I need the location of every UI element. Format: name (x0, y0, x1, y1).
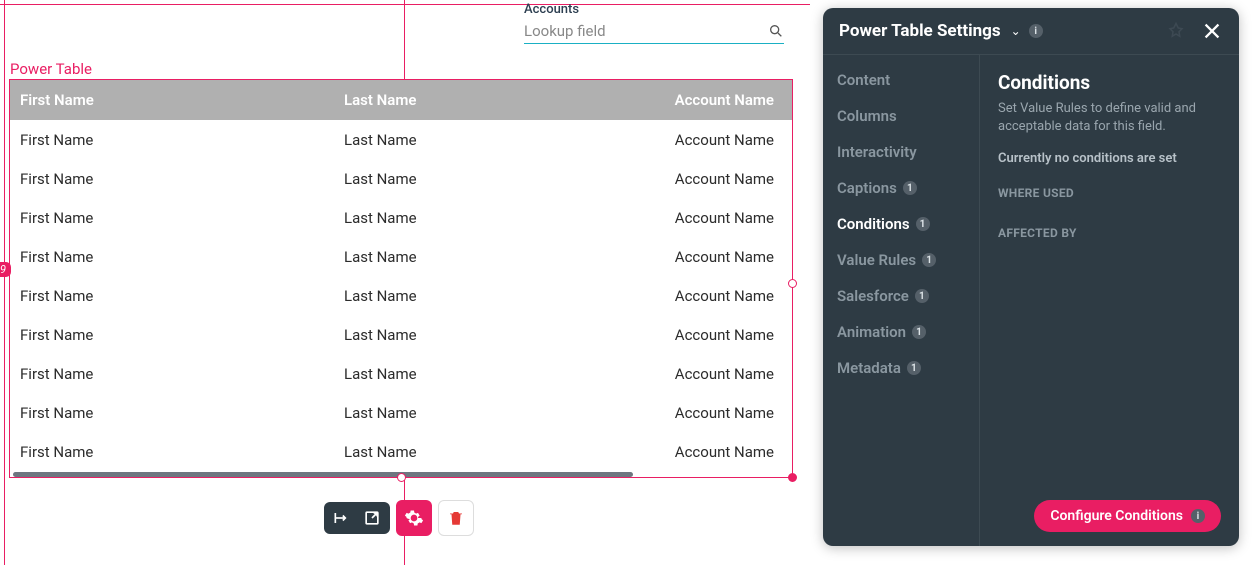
cell-last-name: Last Name (334, 170, 658, 188)
section-where-used: WHERE USED (998, 186, 1221, 200)
settings-button[interactable] (396, 500, 432, 536)
cell-last-name: Last Name (334, 443, 658, 461)
info-icon[interactable]: i (1029, 24, 1043, 38)
panel-title[interactable]: Power Table Settings (839, 21, 1001, 41)
table-row[interactable]: First NameLast NameAccount Name (10, 198, 792, 237)
lookup-label: Accounts (524, 2, 784, 17)
detail-title: Conditions (998, 71, 1221, 94)
table-row[interactable]: First NameLast NameAccount Name (10, 393, 792, 432)
table-row[interactable]: First NameLast NameAccount Name (10, 237, 792, 276)
cell-first-name: First Name (10, 131, 334, 149)
nav-label: Content (837, 71, 890, 89)
gear-icon (404, 508, 424, 528)
nav-badge: 1 (907, 361, 921, 375)
cell-account-name: Account Name (658, 131, 792, 149)
nav-label: Interactivity (837, 143, 917, 161)
search-icon[interactable] (768, 23, 784, 39)
nav-label: Metadata (837, 359, 901, 377)
detail-status: Currently no conditions are set (998, 151, 1221, 166)
cell-account-name: Account Name (658, 248, 792, 266)
selection-handle-right[interactable] (788, 279, 797, 288)
nav-item-columns[interactable]: Columns (837, 107, 979, 125)
cell-last-name: Last Name (334, 404, 658, 422)
cell-account-name: Account Name (658, 209, 792, 227)
nav-badge: 1 (915, 289, 929, 303)
guide-vertical-left (4, 0, 5, 565)
nav-badge: 1 (903, 181, 917, 195)
cell-account-name: Account Name (658, 443, 792, 461)
align-icon[interactable] (332, 508, 352, 528)
nav-item-conditions[interactable]: Conditions 1 (837, 215, 979, 233)
col-header-last-name[interactable]: Last Name (334, 91, 658, 109)
table-header-row: First Name Last Name Account Name (10, 80, 792, 120)
cell-last-name: Last Name (334, 365, 658, 383)
detail-description: Set Value Rules to define valid and acce… (998, 100, 1221, 135)
table-row[interactable]: First NameLast NameAccount Name (10, 354, 792, 393)
nav-badge: 1 (922, 253, 936, 267)
info-icon: i (1191, 509, 1205, 523)
settings-panel: Power Table Settings ⌄ i Content Columns I… (823, 8, 1239, 546)
nav-item-salesforce[interactable]: Salesforce 1 (837, 287, 979, 305)
cell-first-name: First Name (10, 326, 334, 344)
cell-first-name: First Name (10, 443, 334, 461)
cell-account-name: Account Name (658, 326, 792, 344)
open-external-icon[interactable] (362, 508, 382, 528)
nav-label: Captions (837, 179, 897, 197)
trash-icon (447, 509, 465, 527)
power-table[interactable]: First Name Last Name Account Name First … (9, 79, 793, 478)
guide-position-badge: 9 (0, 262, 11, 277)
cell-first-name: First Name (10, 248, 334, 266)
cell-account-name: Account Name (658, 287, 792, 305)
cell-last-name: Last Name (334, 326, 658, 344)
nav-item-metadata[interactable]: Metadata 1 (837, 359, 979, 377)
section-affected-by: AFFECTED BY (998, 226, 1221, 240)
nav-item-content[interactable]: Content (837, 71, 979, 89)
table-row[interactable]: First NameLast NameAccount Name (10, 432, 792, 471)
cell-account-name: Account Name (658, 404, 792, 422)
nav-label: Animation (837, 323, 906, 341)
configure-conditions-button[interactable]: Configure Conditions i (1034, 500, 1221, 532)
table-row[interactable]: First NameLast NameAccount Name (10, 159, 792, 198)
selection-handle-bottom[interactable] (397, 473, 406, 482)
cell-last-name: Last Name (334, 131, 658, 149)
cell-account-name: Account Name (658, 170, 792, 188)
table-row[interactable]: First NameLast NameAccount Name (10, 276, 792, 315)
configure-button-label: Configure Conditions (1050, 508, 1183, 524)
lookup-input[interactable] (524, 22, 768, 40)
cell-account-name: Account Name (658, 365, 792, 383)
nav-label: Conditions (837, 215, 910, 233)
cell-last-name: Last Name (334, 248, 658, 266)
nav-item-value-rules[interactable]: Value Rules 1 (837, 251, 979, 269)
table-row[interactable]: First NameLast NameAccount Name (10, 120, 792, 159)
nav-item-captions[interactable]: Captions 1 (837, 179, 979, 197)
nav-label: Columns (837, 107, 897, 125)
cell-first-name: First Name (10, 365, 334, 383)
cell-last-name: Last Name (334, 287, 658, 305)
selection-handle-bottom-right[interactable] (788, 473, 797, 482)
nav-label: Value Rules (837, 251, 916, 269)
col-header-first-name[interactable]: First Name (10, 91, 334, 109)
delete-button[interactable] (438, 500, 474, 536)
close-icon[interactable] (1201, 20, 1223, 42)
power-table-label: Power Table (10, 60, 92, 78)
nav-label: Salesforce (837, 287, 909, 305)
cell-first-name: First Name (10, 287, 334, 305)
toolbar-dark-group (324, 502, 390, 534)
nav-item-animation[interactable]: Animation 1 (837, 323, 979, 341)
chevron-down-icon[interactable]: ⌄ (1011, 24, 1021, 38)
pin-icon[interactable] (1167, 22, 1185, 40)
nav-item-interactivity[interactable]: Interactivity (837, 143, 979, 161)
cell-first-name: First Name (10, 170, 334, 188)
col-header-account-name[interactable]: Account Name (658, 91, 792, 109)
nav-badge: 1 (912, 325, 926, 339)
nav-badge: 1 (916, 217, 930, 231)
cell-first-name: First Name (10, 209, 334, 227)
table-row[interactable]: First NameLast NameAccount Name (10, 315, 792, 354)
cell-last-name: Last Name (334, 209, 658, 227)
cell-first-name: First Name (10, 404, 334, 422)
